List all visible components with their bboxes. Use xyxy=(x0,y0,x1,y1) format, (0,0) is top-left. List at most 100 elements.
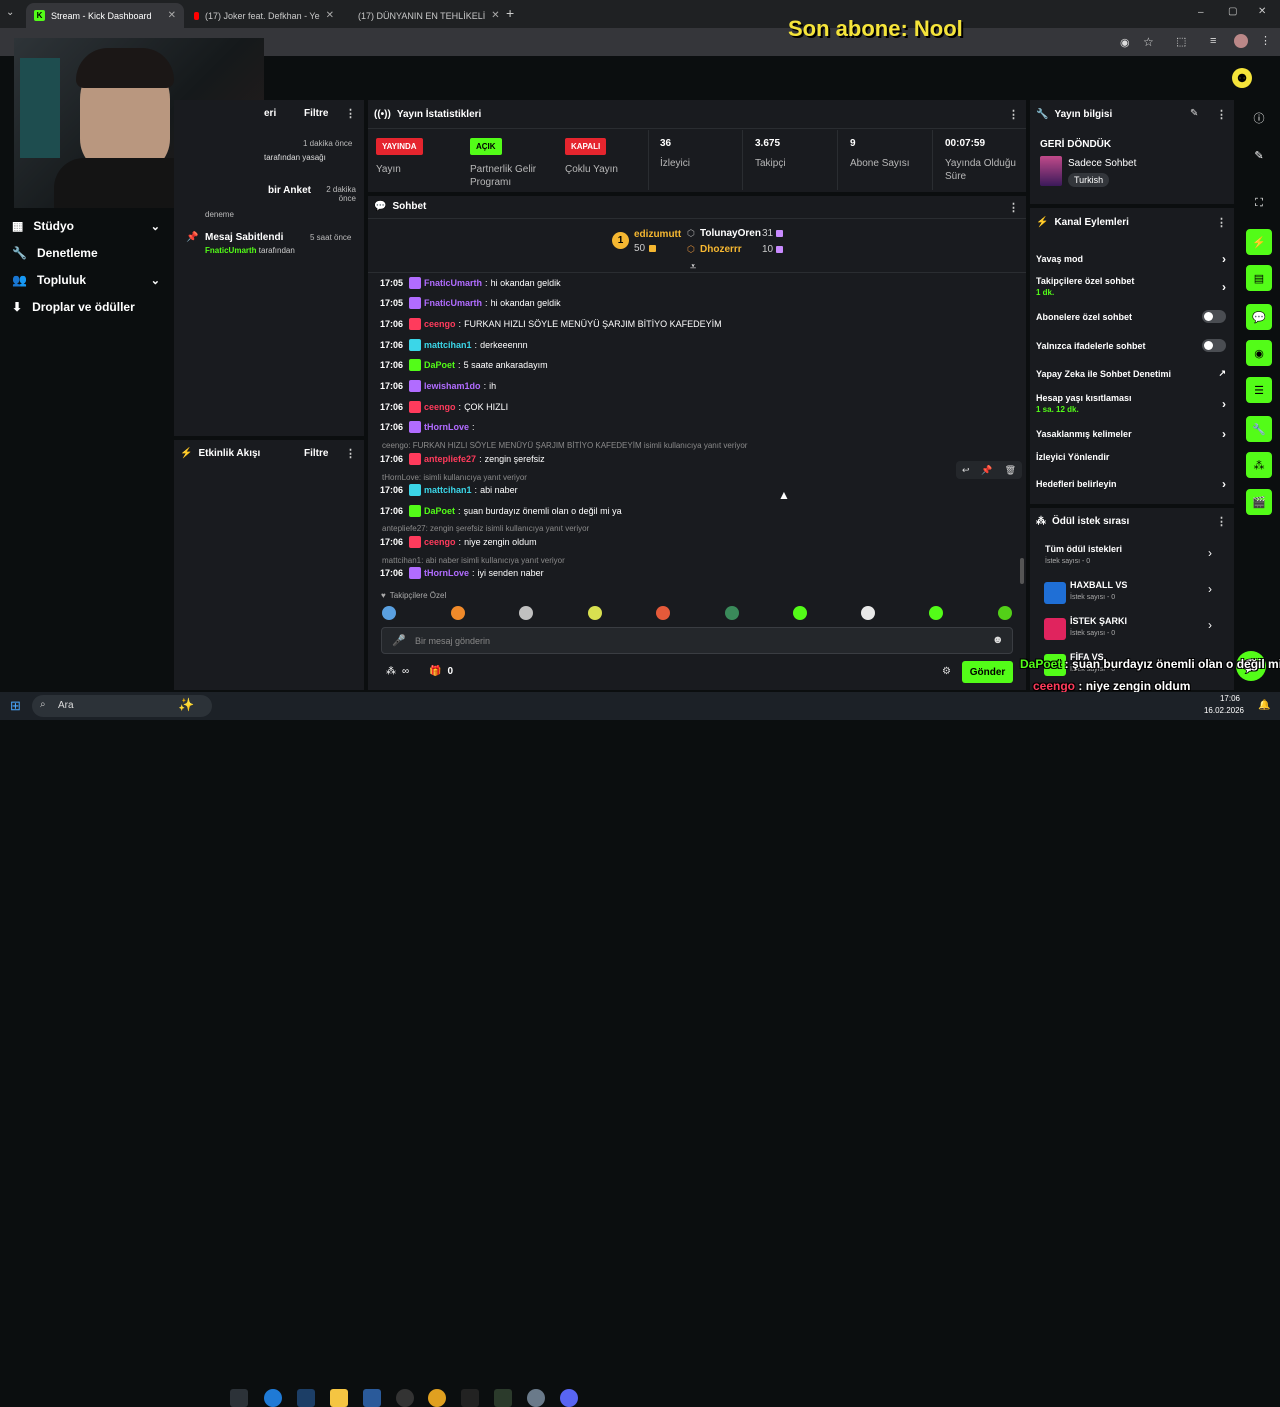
windows-start-icon[interactable]: ⊞ xyxy=(10,698,21,714)
channel-action-item[interactable]: İzleyici Yönlendir xyxy=(1036,452,1226,462)
message-username[interactable]: ceengo xyxy=(424,402,456,412)
file-explorer-icon[interactable] xyxy=(330,1389,348,1407)
app-icon[interactable] xyxy=(527,1389,545,1407)
message-username[interactable]: tHornLove xyxy=(424,568,469,578)
channel-action-item[interactable]: Yavaş mod › xyxy=(1036,252,1226,266)
chat-message[interactable]: 17:06 ceengo: niye zengin oldum xyxy=(380,536,537,548)
message-username[interactable]: mattcihan1 xyxy=(424,340,472,350)
tab-list-chevron-icon[interactable]: ⌄ xyxy=(6,7,14,18)
toggle-switch[interactable] xyxy=(1202,339,1226,352)
emote-icon[interactable] xyxy=(382,606,396,620)
sidebar-item-drops[interactable]: ⬇ Droplar ve ödüller xyxy=(12,300,160,314)
close-window-button[interactable]: ✕ xyxy=(1258,6,1266,17)
channel-action-item[interactable]: Yapay Zeka ile Sohbet Denetimi ↗ xyxy=(1036,368,1226,379)
emote-icon[interactable] xyxy=(725,606,739,620)
chat-message[interactable]: 17:06 tHornLove: iyi senden naber xyxy=(380,567,544,579)
edit-icon[interactable]: ✎ xyxy=(1246,142,1272,168)
edit-pencil-icon[interactable]: ✎ xyxy=(1190,108,1198,119)
leaderboard-name[interactable]: TolunayOren xyxy=(700,228,761,239)
taskbar-date[interactable]: 16.02.2026 xyxy=(1196,706,1244,715)
message-username[interactable]: FnaticUmarth xyxy=(424,298,482,308)
message-username[interactable]: FnaticUmarth xyxy=(424,278,482,288)
broadcast-icon[interactable]: ◉ xyxy=(1246,340,1272,366)
emote-icon[interactable] xyxy=(519,606,533,620)
reward-item[interactable]: HAXBALL VS İstek sayısı - 0 › xyxy=(1044,580,1220,610)
channel-action-item[interactable]: Hesap yaşı kısıtlaması 1 sa. 12 dk. › xyxy=(1036,393,1226,414)
discord-icon[interactable] xyxy=(560,1389,578,1407)
chat-input-box[interactable]: 🎤 Bir mesaj gönderin ☻ xyxy=(381,627,1013,654)
stream-category[interactable]: Sadece Sohbet xyxy=(1068,158,1136,169)
message-username[interactable]: ceengo xyxy=(424,537,456,547)
delete-icon[interactable]: 🗑 xyxy=(1005,465,1016,476)
reply-reference[interactable]: antepliefe27: zengin şerefsiz isimli kul… xyxy=(382,524,589,533)
emote-icon[interactable] xyxy=(929,606,943,620)
stream-info-menu-icon[interactable]: ⋮ xyxy=(1216,108,1227,121)
close-tab-icon[interactable]: ✕ xyxy=(168,10,176,21)
message-username[interactable]: ceengo xyxy=(424,319,456,329)
activity-menu-icon[interactable]: ⋮ xyxy=(345,447,356,460)
emoji-picker-icon[interactable]: ☻ xyxy=(992,634,1004,646)
toggle-switch[interactable] xyxy=(1202,310,1226,323)
send-button[interactable]: Gönder xyxy=(962,661,1013,683)
notification-bell-icon[interactable]: 🔔 xyxy=(1258,700,1270,711)
pin-icon[interactable]: 📌 xyxy=(981,465,992,476)
steam-icon[interactable] xyxy=(297,1389,315,1407)
new-tab-button[interactable]: + xyxy=(506,5,514,21)
message-username[interactable]: lewisham1do xyxy=(424,381,481,391)
chat-message[interactable]: 17:06 mattcihan1: derkeeennn xyxy=(380,339,528,351)
reward-queue-menu-icon[interactable]: ⋮ xyxy=(1216,515,1227,528)
epic-games-icon[interactable] xyxy=(461,1389,479,1407)
channel-action-item[interactable]: Yasaklanmış kelimeler › xyxy=(1036,427,1226,441)
maximize-button[interactable]: ▢ xyxy=(1228,6,1237,17)
reading-list-icon[interactable]: ≡ xyxy=(1210,35,1216,47)
activity-icon[interactable]: ☰ xyxy=(1246,377,1272,403)
info-icon[interactable]: ⓘ xyxy=(1246,105,1272,131)
channel-action-item[interactable]: Hedefleri belirleyin › xyxy=(1036,477,1226,491)
message-username[interactable]: DaPoet xyxy=(424,360,455,370)
mod-actions-filter-button[interactable]: Filtre xyxy=(304,108,328,119)
message-username[interactable]: antepliefe27 xyxy=(424,454,476,464)
chat-menu-icon[interactable]: ⋮ xyxy=(1008,201,1019,214)
reward-item[interactable]: İSTEK ŞARKI İstek sayısı - 0 › xyxy=(1044,616,1220,646)
stats-icon[interactable]: ▤ xyxy=(1246,265,1272,291)
reward-item[interactable]: Tüm ödül istekleri İstek sayısı - 0 › xyxy=(1044,544,1220,574)
extensions-icon[interactable]: ⬚ xyxy=(1176,35,1186,48)
leaderboard-name[interactable]: Dhozerrr xyxy=(700,244,742,255)
chat-message[interactable]: 17:06 tHornLove: xyxy=(380,421,478,433)
sidebar-item-moderation[interactable]: 🔧 Denetleme xyxy=(12,246,160,260)
sidebar-item-community[interactable]: 👥 Topluluk ⌄ xyxy=(12,273,160,287)
emote-icon[interactable] xyxy=(588,606,602,620)
tab-kick-dashboard[interactable]: K Stream - Kick Dashboard ✕ xyxy=(26,3,184,28)
message-username[interactable]: DaPoet xyxy=(424,506,455,516)
emote-icon[interactable] xyxy=(861,606,875,620)
channel-actions-menu-icon[interactable]: ⋮ xyxy=(1216,216,1227,229)
sidebar-item-studio[interactable]: ▦ Stüdyo ⌄ xyxy=(12,219,160,233)
reply-reference[interactable]: mattcihan1: abi naber isimli kullanıcıya… xyxy=(382,556,565,565)
channel-action-item[interactable]: Yalnızca ifadelerle sohbet xyxy=(1036,339,1226,352)
chat-message[interactable]: 17:05 FnaticUmarth: hi okandan geldik xyxy=(380,277,561,289)
mod-actions-menu-icon[interactable]: ⋮ xyxy=(345,107,356,120)
minimize-button[interactable]: – xyxy=(1198,7,1204,18)
leaderboard-name[interactable]: edizumutt xyxy=(634,229,681,240)
bookmark-star-icon[interactable]: ☆ xyxy=(1143,35,1154,49)
channel-action-item[interactable]: Abonelere özel sohbet xyxy=(1036,310,1226,323)
profile-avatar[interactable] xyxy=(1234,34,1248,48)
gift-counter[interactable]: 🎁 0 xyxy=(429,666,453,677)
stats-menu-icon[interactable]: ⋮ xyxy=(1008,108,1019,121)
channel-points[interactable]: ⁂ ∞ xyxy=(386,666,409,677)
tab-youtube-dunya[interactable]: (17) DÜNYANIN EN TEHLİKELİ ✕ xyxy=(344,3,500,28)
emote-icon[interactable] xyxy=(451,606,465,620)
app-icon[interactable] xyxy=(494,1389,512,1407)
chat-message[interactable]: 17:06 ceengo: ÇOK HIZLI xyxy=(380,401,508,413)
reply-reference[interactable]: ceengo: FURKAN HIZLI SÖYLE MENÜYÜ ŞARJIM… xyxy=(382,441,747,450)
reply-icon[interactable]: ↩ xyxy=(962,465,970,476)
taskbar-search-box[interactable]: ⌕ Ara ✨ xyxy=(32,695,212,717)
chat-message[interactable]: 17:06 DaPoet: şuan burdayız önemli olan o … xyxy=(380,505,622,517)
chat-message[interactable]: 17:06 DaPoet:5 saate ankaradayım xyxy=(380,359,548,371)
rewards-icon[interactable]: ⁂ xyxy=(1246,452,1272,478)
close-tab-icon[interactable]: ✕ xyxy=(326,10,334,21)
close-tab-icon[interactable]: ✕ xyxy=(491,10,499,21)
chat-message[interactable]: 17:06 ceengo: FURKAN HIZLI SÖYLE MENÜYÜ ŞA… xyxy=(380,318,722,330)
emote-icon[interactable] xyxy=(656,606,670,620)
chat-message[interactable]: 17:06 antepliefe27: zengin şerefsiz xyxy=(380,453,545,465)
